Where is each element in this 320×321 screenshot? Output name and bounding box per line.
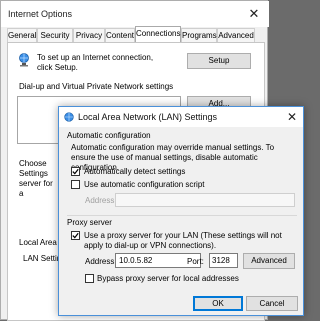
proxy-server-heading: Proxy server <box>67 218 112 227</box>
tab-programs[interactable]: Programs <box>181 28 217 42</box>
bypass-local-label[interactable]: Bypass proxy server for local addresses <box>97 274 239 283</box>
tab-general[interactable]: General <box>7 28 37 42</box>
section-divider <box>67 215 297 216</box>
bypass-local-checkbox[interactable] <box>85 274 94 283</box>
close-icon[interactable]: ✕ <box>283 109 301 125</box>
proxy-port-input[interactable]: 3128 <box>209 253 238 268</box>
use-proxy-label[interactable]: Use a proxy server for your LAN (These s… <box>84 231 296 251</box>
tab-connections[interactable]: Connections <box>135 26 181 42</box>
lan-dialog-titlebar: Local Area Network (LAN) Settings ✕ <box>59 107 303 127</box>
script-address-input <box>115 193 295 207</box>
internet-options-titlebar: Internet Options ✕ <box>1 1 269 27</box>
advanced-button[interactable]: Advanced <box>243 253 295 269</box>
use-proxy-checkbox[interactable] <box>71 231 80 240</box>
proxy-port-label: Port: <box>187 257 204 266</box>
lan-dialog-title: Local Area Network (LAN) Settings <box>78 112 218 122</box>
tab-content[interactable]: Content <box>105 28 135 42</box>
internet-options-tabs: General Security Privacy Content Connect… <box>7 26 265 43</box>
close-icon[interactable]: ✕ <box>244 5 264 23</box>
setup-button[interactable]: Setup <box>187 53 251 69</box>
choose-settings-text: Choose Settings server for a <box>19 159 53 198</box>
lan-section-text: LAN Setting Choose Setti <box>23 254 59 263</box>
dialup-vpn-label: Dial-up and Virtual Private Network sett… <box>19 82 174 91</box>
auto-detect-label[interactable]: Automatically detect settings <box>84 167 185 176</box>
ok-button[interactable]: OK <box>193 296 243 311</box>
internet-options-title: Internet Options <box>8 9 73 19</box>
auto-config-heading: Automatic configuration <box>67 131 151 140</box>
script-address-label: Address <box>85 196 115 205</box>
lan-section-heading: Local Area N <box>19 238 59 247</box>
checkmark-icon <box>72 232 79 239</box>
cancel-button[interactable]: Cancel <box>246 296 298 311</box>
auto-detect-checkbox[interactable] <box>71 167 80 176</box>
proxy-address-label: Address: <box>85 257 117 266</box>
tab-advanced[interactable]: Advanced <box>217 28 255 42</box>
checkmark-icon <box>72 168 79 175</box>
network-globe-icon <box>19 53 29 67</box>
tab-privacy[interactable]: Privacy <box>73 28 105 42</box>
auto-script-label[interactable]: Use automatic configuration script <box>84 180 205 189</box>
setup-description: To set up an Internet connection, click … <box>37 53 154 72</box>
auto-script-checkbox[interactable] <box>71 180 80 189</box>
lan-settings-icon <box>64 112 74 122</box>
lan-settings-dialog: Local Area Network (LAN) Settings ✕ Auto… <box>58 106 304 316</box>
tab-security[interactable]: Security <box>37 28 73 42</box>
